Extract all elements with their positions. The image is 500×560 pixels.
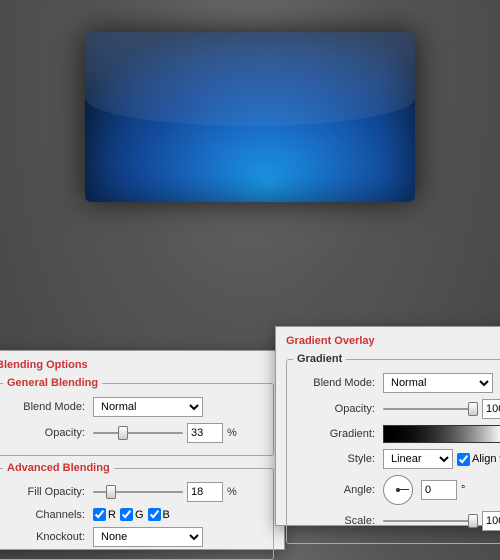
gradient-swatch[interactable]	[383, 425, 500, 443]
advanced-blending-legend: Advanced Blending	[3, 462, 114, 474]
blend-mode-label: Blend Mode:	[3, 401, 85, 413]
go-blend-mode-select[interactable]: Normal	[383, 373, 493, 393]
gradient-overlay-heading: Gradient Overlay	[286, 335, 500, 347]
opacity-slider[interactable]	[93, 425, 183, 441]
general-blending-group: General Blending Blend Mode: Normal Opac…	[0, 377, 274, 456]
fill-opacity-label: Fill Opacity:	[3, 486, 85, 498]
scale-input[interactable]	[482, 511, 500, 531]
opacity-label: Opacity:	[3, 427, 85, 439]
fill-opacity-input[interactable]	[187, 482, 223, 502]
pct-label: %	[227, 427, 237, 439]
go-opacity-label: Opacity:	[293, 403, 375, 415]
gradient-label: Gradient:	[293, 428, 375, 440]
opacity-input[interactable]	[187, 423, 223, 443]
style-select[interactable]: Linear	[383, 449, 453, 469]
general-blending-legend: General Blending	[3, 377, 102, 389]
angle-label: Angle:	[293, 484, 375, 496]
gradient-overlay-panel: Gradient Overlay Gradient Blend Mode: No…	[275, 326, 500, 526]
knockout-select[interactable]: None	[93, 527, 203, 547]
scale-label: Scale:	[293, 515, 375, 527]
blending-options-heading: Blending Options	[0, 359, 274, 371]
style-label: Style:	[293, 453, 375, 465]
channel-r-checkbox[interactable]: R	[93, 508, 116, 521]
fill-opacity-slider[interactable]	[93, 484, 183, 500]
blending-options-panel: Blending Options General Blending Blend …	[0, 350, 285, 550]
canvas-preview	[85, 32, 415, 202]
scale-slider[interactable]	[383, 513, 478, 529]
channel-b-checkbox[interactable]: B	[148, 508, 170, 521]
canvas-gloss	[85, 32, 415, 126]
gradient-group: Gradient Blend Mode: Normal Opacity: % G…	[286, 353, 500, 544]
align-checkbox[interactable]: Align with La	[457, 453, 500, 466]
degree-label: °	[461, 484, 465, 496]
angle-dial[interactable]	[383, 475, 413, 505]
knockout-label: Knockout:	[3, 531, 85, 543]
channels-label: Channels:	[3, 509, 85, 521]
pct-label: %	[227, 486, 237, 498]
angle-input[interactable]	[421, 480, 457, 500]
go-blend-mode-label: Blend Mode:	[293, 377, 375, 389]
gradient-legend: Gradient	[293, 353, 346, 365]
go-opacity-slider[interactable]	[383, 401, 478, 417]
blend-mode-select[interactable]: Normal	[93, 397, 203, 417]
channel-g-checkbox[interactable]: G	[120, 508, 144, 521]
go-opacity-input[interactable]	[482, 399, 500, 419]
advanced-blending-group: Advanced Blending Fill Opacity: % Channe…	[0, 462, 274, 560]
